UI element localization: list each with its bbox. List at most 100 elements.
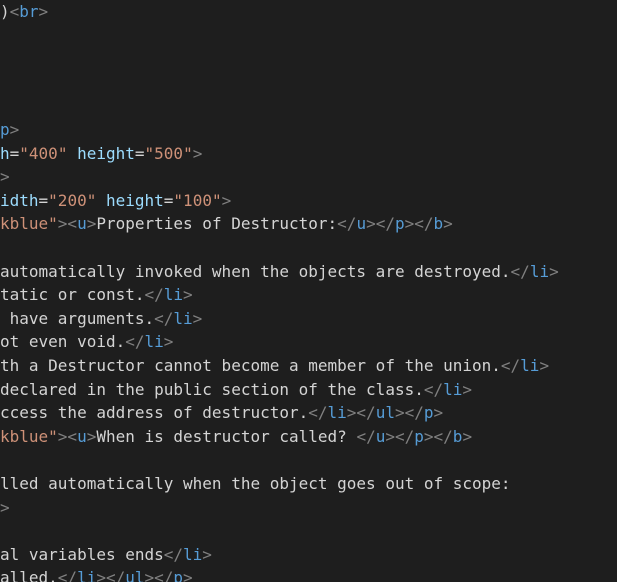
code-token: </ [125,332,145,352]
code-line[interactable]: alled.</li></ul></p> [0,566,193,582]
code-token: have arguments. [0,308,155,328]
code-token: </ [163,544,184,564]
code-token: = [9,143,20,163]
code-token: automatically invoked when the objects a… [0,261,511,281]
code-token: li [183,544,203,564]
code-token: height [77,143,135,163]
code-editor[interactable]: )<br> p> h="400" height="500"> > idth="200" … [0,0,617,582]
code-token: > [443,214,453,234]
code-token: </ [144,285,164,305]
code-token: u [375,426,386,446]
code-token: kblue" [0,426,58,446]
code-token: </ [57,568,78,582]
code-line[interactable]: > [0,496,10,520]
code-line[interactable]: th a Destructor cannot become a member o… [0,354,549,378]
code-line[interactable]: p> [0,118,19,142]
code-token: ></ [394,403,424,423]
code-token: p [414,426,424,446]
code-token: > [539,356,550,375]
code-token: ></ [96,568,126,582]
code-line[interactable]: lled automatically when the object goes … [0,472,511,496]
code-token: = [134,143,145,163]
code-token: u [356,214,367,234]
code-token: idth [0,190,39,210]
code-line[interactable]: kblue"><u>Properties of Destructor:</u><… [0,212,453,236]
code-token: li [173,308,193,328]
code-token: li [163,285,184,305]
code-token: > [38,2,49,21]
code-line[interactable]: ccess the address of destructor.</li></u… [0,401,443,425]
code-line[interactable]: al variables ends</li> [0,543,212,567]
code-token: > [86,426,97,446]
code-token: > [462,426,473,446]
code-token: > [221,190,232,210]
code-token: > [0,167,10,187]
code-line[interactable]: idth="200" height="100"> [0,189,231,213]
code-line[interactable]: declared in the public section of the cl… [0,378,472,402]
code-line[interactable]: kblue"><u>When is destructor called? </u… [0,425,472,449]
code-token: "500" [144,143,193,163]
code-token: ot even void. [0,332,126,352]
code-line[interactable]: tatic or const.</li> [0,283,193,307]
code-token: li [529,261,550,281]
code-token: br [19,2,39,21]
code-token: ></ [144,568,174,582]
code-token: > [433,403,444,423]
code-token: li [327,403,347,423]
code-token: p [423,403,434,423]
code-token: p [394,214,405,234]
code-token: </ [154,308,174,328]
code-token: > [86,214,97,234]
code-token: "200" [48,190,97,210]
code-token: > [9,120,20,139]
code-line[interactable]: h="400" height="500"> [0,142,202,166]
code-token: li [144,332,164,352]
code-token: u [77,214,87,234]
code-token: </ [337,214,357,234]
code-token: ul [375,403,395,423]
code-token: </ [500,356,521,375]
code-token: = [38,190,49,210]
code-token: > [192,143,203,163]
code-line[interactable]: > [0,165,10,189]
code-token: h [0,143,10,163]
code-line[interactable]: )<br> [0,0,48,24]
code-token: > [462,379,473,399]
code-line[interactable]: have arguments.</li> [0,307,203,331]
code-token: > [202,544,212,564]
code-token: tatic or const. [0,285,145,305]
code-token: > [0,497,10,517]
code-token: ></ [366,214,395,234]
code-token: ></ [346,403,376,423]
code-line[interactable]: automatically invoked when the objects a… [0,260,559,284]
code-token: ></ [385,426,415,446]
code-token: </ [308,403,328,423]
code-token: "100" [173,190,222,210]
code-token: th a Destructor cannot become a member o… [0,356,501,375]
code-token: li [443,379,463,399]
code-token: > [183,568,193,582]
code-token: ul [125,568,145,582]
code-token: ></ [423,426,453,446]
code-token: li [77,568,97,582]
code-token: = [163,190,174,210]
code-token: height [105,190,164,210]
code-token: Properties of Destructor: [96,214,338,234]
code-token: p [0,120,10,139]
code-token: li [520,356,540,375]
code-token: > [183,285,193,305]
code-token: ></ [404,214,434,234]
code-token: lled automatically when the object goes … [0,474,511,493]
code-token: </ [423,379,444,399]
code-token: p [173,568,184,582]
code-token: > [549,261,559,281]
code-line[interactable]: ot even void.</li> [0,330,173,354]
code-token: > [192,308,203,328]
code-token: b [452,426,463,446]
code-token: al variables ends [0,544,164,564]
code-token: b [433,214,444,234]
code-token: > [163,332,174,352]
code-token: alled. [0,568,58,582]
